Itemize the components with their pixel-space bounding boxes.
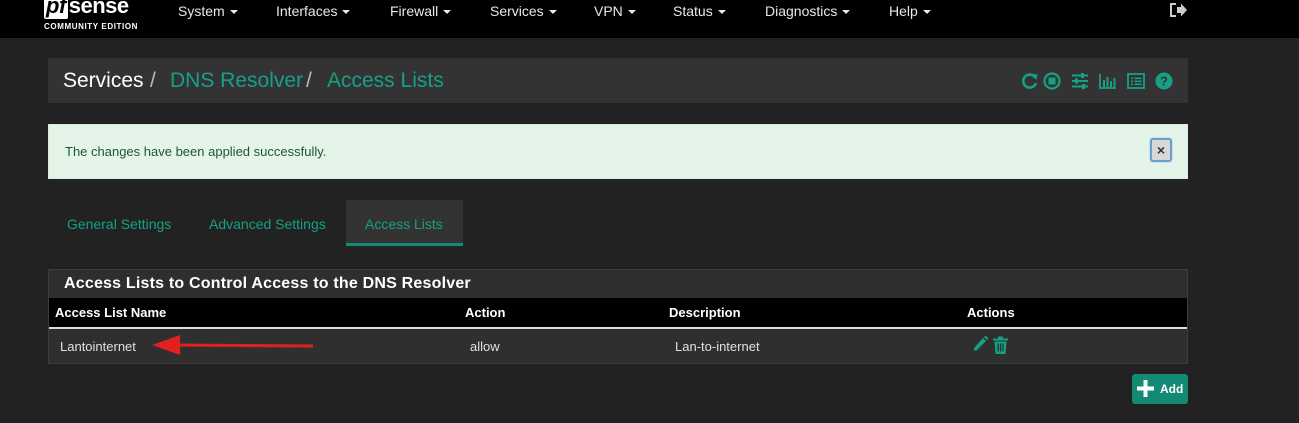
logo-main-text: sense bbox=[68, 0, 129, 18]
nav-menu-label: System bbox=[178, 3, 225, 19]
nav-menu-label: Diagnostics bbox=[765, 3, 838, 19]
stop-icon[interactable] bbox=[1043, 72, 1061, 90]
column-header-name: Access List Name bbox=[55, 305, 167, 320]
nav-menu-status[interactable]: Status bbox=[673, 3, 726, 19]
delete-icon[interactable] bbox=[992, 336, 1009, 355]
edit-icon[interactable] bbox=[971, 336, 988, 355]
caret-down-icon bbox=[627, 10, 636, 14]
svg-text:?: ? bbox=[1160, 74, 1168, 89]
caret-down-icon bbox=[443, 10, 452, 14]
alert-message: The changes have been applied successful… bbox=[65, 144, 327, 159]
close-alert-button[interactable]: × bbox=[1150, 138, 1172, 162]
tab-advanced-settings[interactable]: Advanced Settings bbox=[209, 216, 326, 232]
close-icon: × bbox=[1156, 142, 1166, 158]
column-header-actions: Actions bbox=[967, 305, 1015, 320]
nav-menu-label: Interfaces bbox=[276, 3, 338, 19]
add-button[interactable]: Add bbox=[1132, 374, 1188, 404]
cell-access-list-name: Lantointernet bbox=[60, 339, 136, 354]
breadcrumb-separator: / bbox=[150, 69, 156, 92]
nav-menu-label: VPN bbox=[594, 3, 623, 19]
panel-heading: Access Lists to Control Access to the DN… bbox=[49, 270, 1187, 298]
logo-prefix: pf bbox=[44, 0, 68, 19]
column-header-description: Description bbox=[669, 305, 741, 320]
caret-down-icon bbox=[842, 10, 851, 14]
cell-action: allow bbox=[470, 339, 500, 354]
tab-access-lists[interactable]: Access Lists bbox=[365, 216, 443, 232]
panel-title: Access Lists to Control Access to the DN… bbox=[64, 275, 471, 292]
help-icon[interactable]: ? bbox=[1155, 72, 1173, 90]
plus-icon bbox=[1137, 380, 1154, 397]
nav-menu-label: Help bbox=[889, 3, 918, 19]
bar-chart-icon[interactable] bbox=[1099, 72, 1117, 90]
cell-description: Lan-to-internet bbox=[675, 339, 760, 354]
sliders-icon[interactable] bbox=[1071, 72, 1089, 90]
add-button-label: Add bbox=[1160, 382, 1184, 396]
red-arrow-annotation bbox=[152, 335, 314, 355]
breadcrumb-access-lists[interactable]: Access Lists bbox=[327, 69, 444, 93]
nav-menu-label: Status bbox=[673, 3, 713, 19]
nav-menu-vpn[interactable]: VPN bbox=[594, 3, 636, 19]
breadcrumb: Services / DNS Resolver / Access Lists ? bbox=[48, 58, 1188, 103]
column-header-action: Action bbox=[465, 305, 506, 320]
caret-down-icon bbox=[922, 10, 931, 14]
nav-menu-diagnostics[interactable]: Diagnostics bbox=[765, 3, 851, 19]
success-alert: The changes have been applied successful… bbox=[48, 124, 1188, 179]
log-list-icon[interactable] bbox=[1127, 72, 1145, 90]
caret-down-icon bbox=[342, 10, 351, 14]
nav-menu-label: Services bbox=[490, 3, 544, 19]
caret-down-icon bbox=[229, 10, 238, 14]
nav-menu-firewall[interactable]: Firewall bbox=[390, 3, 452, 19]
nav-menu-help[interactable]: Help bbox=[889, 3, 931, 19]
breadcrumb-services: Services bbox=[63, 69, 144, 92]
nav-menu-label: Firewall bbox=[390, 3, 439, 19]
pfsense-logo[interactable]: pf sense COMMUNITY EDITION bbox=[44, 0, 152, 33]
breadcrumb-dns-resolver[interactable]: DNS Resolver bbox=[170, 69, 303, 93]
nav-menu-interfaces[interactable]: Interfaces bbox=[276, 3, 351, 19]
nav-menu-system[interactable]: System bbox=[178, 3, 238, 19]
caret-down-icon bbox=[717, 10, 726, 14]
caret-down-icon bbox=[548, 10, 557, 14]
table-header: Access List Name Action Description Acti… bbox=[49, 298, 1187, 329]
logo-wordmark: pf sense bbox=[44, 0, 129, 19]
breadcrumb-separator: / bbox=[306, 69, 312, 92]
reload-icon[interactable] bbox=[1021, 72, 1039, 90]
tab-general-settings[interactable]: General Settings bbox=[67, 216, 171, 232]
top-navbar: pf sense COMMUNITY EDITION System Interfa… bbox=[0, 0, 1299, 38]
logout-icon[interactable] bbox=[1168, 1, 1188, 19]
nav-menu-services[interactable]: Services bbox=[490, 3, 557, 19]
logo-subtitle: COMMUNITY EDITION bbox=[44, 22, 139, 31]
